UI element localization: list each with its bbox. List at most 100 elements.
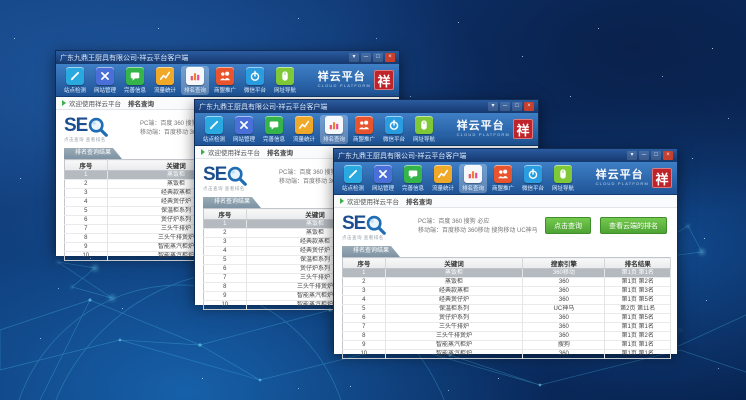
table-cell: 3 xyxy=(65,189,108,198)
table-row[interactable]: 1蒸饭柜360移动第1页 第1名 xyxy=(343,269,671,278)
toolbar-item-site-check[interactable]: 站点检测 xyxy=(200,115,228,144)
toolbar-item-label: 微信平台 xyxy=(522,184,544,192)
toolbar-item-traffic[interactable]: 流量统计 xyxy=(429,164,457,193)
toolbar-item-site-nav[interactable]: 网址导航 xyxy=(271,66,299,95)
green-arrow-icon xyxy=(62,100,66,106)
toolbar-item-label: 流量统计 xyxy=(432,184,454,192)
window-titlebar[interactable]: 广东九鼎王厨具有限公司-祥云平台客户端 ▾ ─ □ × xyxy=(56,51,399,64)
table-cell: 360 xyxy=(523,296,605,305)
table-cell: 3 xyxy=(343,287,386,296)
action-buttons: 点击查询 查看云端的排名 xyxy=(545,217,667,234)
toolbar-item-promotion[interactable]: 商盟推广 xyxy=(211,66,239,95)
toolbar-item-wechat[interactable]: 微信平台 xyxy=(519,164,547,193)
table-row[interactable]: 6煲仔炉系列360第1页 第5名 xyxy=(343,314,671,323)
toolbar-item-label: 商盟推广 xyxy=(492,184,514,192)
main-toolbar: 站点检测网站管理完善信息流量统计排名查询商盟推广微信平台网址导航 祥云平台 CL… xyxy=(56,64,399,97)
window-titlebar[interactable]: 广东九鼎王厨具有限公司-祥云平台客户端 ▾ ─ □ × xyxy=(195,100,538,113)
tab-rank-results[interactable]: 排名查询结果 xyxy=(64,148,122,159)
toolbar-item-label: 排名查询 xyxy=(184,86,206,94)
breadcrumb: 欢迎使用祥云平台 排名查询 xyxy=(334,195,677,208)
toolbar-item-label: 流量统计 xyxy=(154,86,176,94)
close-button[interactable]: × xyxy=(385,53,395,62)
table-cell: 8 xyxy=(65,234,108,243)
toolbar-item-traffic[interactable]: 流量统计 xyxy=(290,115,318,144)
rank-results-table: 序号关键词搜索引擎排名结果 1蒸饭柜360移动第1页 第1名2蒸饭柜360第1页… xyxy=(342,257,671,359)
table-cell: 4 xyxy=(65,198,108,207)
skin-button[interactable]: ▾ xyxy=(488,102,498,111)
table-cell: 第1页 第5名 xyxy=(605,314,671,323)
skin-button[interactable]: ▾ xyxy=(349,53,359,62)
query-button[interactable]: 点击查询 xyxy=(545,217,591,234)
linechart-icon xyxy=(156,67,174,85)
main-toolbar: 站点检测网站管理完善信息流量统计排名查询商盟推广微信平台网址导航 祥云平台 CL… xyxy=(195,113,538,146)
toolbar-item-info[interactable]: 完善信息 xyxy=(121,66,149,95)
window-controls: ▾ ─ □ × xyxy=(349,53,395,62)
table-row[interactable]: 4经典煲仔炉360第1页 第5名 xyxy=(343,296,671,305)
maximize-button[interactable]: □ xyxy=(512,102,522,111)
green-arrow-icon xyxy=(340,198,344,204)
column-header: 搜索引擎 xyxy=(523,258,605,269)
toolbar-item-label: 网址导航 xyxy=(413,135,435,143)
table-row[interactable]: 8三头牛排煲炉360第1页 第2名 xyxy=(343,332,671,341)
table-cell: 智能蒸汽柜炉 xyxy=(385,350,523,359)
view-cloud-rank-button[interactable]: 查看云端的排名 xyxy=(600,217,667,234)
tools-icon xyxy=(374,165,392,183)
column-header: 排名结果 xyxy=(605,258,671,269)
table-cell: 经典煲仔炉 xyxy=(385,296,523,305)
toolbar-item-wechat[interactable]: 微信平台 xyxy=(380,115,408,144)
chat-icon xyxy=(265,116,283,134)
close-button[interactable]: × xyxy=(663,151,673,160)
toolbar-item-promotion[interactable]: 商盟推广 xyxy=(489,164,517,193)
toolbar-item-promotion[interactable]: 商盟推广 xyxy=(350,115,378,144)
minimize-button[interactable]: ─ xyxy=(361,53,371,62)
table-cell: 9 xyxy=(65,243,108,252)
toolbar-item-rank-query[interactable]: 排名查询 xyxy=(320,115,348,144)
skin-button[interactable]: ▾ xyxy=(627,151,637,160)
breadcrumb-page: 排名查询 xyxy=(128,98,154,108)
table-row[interactable]: 2蒸饭柜360第1页 第2名 xyxy=(343,278,671,287)
table-cell: 4 xyxy=(204,247,247,256)
table-cell: 4 xyxy=(343,296,386,305)
barchart-icon xyxy=(186,67,204,85)
table-cell: 2 xyxy=(65,180,108,189)
toolbar-item-site-manage[interactable]: 网站管理 xyxy=(91,66,119,95)
table-row[interactable]: 10智能蒸汽柜炉360第1页 第1名 xyxy=(343,350,671,359)
toolbar-item-label: 流量统计 xyxy=(293,135,315,143)
maximize-button[interactable]: □ xyxy=(651,151,661,160)
minimize-button[interactable]: ─ xyxy=(500,102,510,111)
seo-logo: SE 点击查询 查看排名 xyxy=(64,116,140,143)
toolbar-item-rank-query[interactable]: 排名查询 xyxy=(459,164,487,193)
close-button[interactable]: × xyxy=(524,102,534,111)
magnifier-icon xyxy=(226,165,247,186)
table-cell: 三头牛排煲炉 xyxy=(385,332,523,341)
toolbar-item-site-check[interactable]: 站点检测 xyxy=(339,164,367,193)
table-row[interactable]: 3经典款蒸柜360第1页 第3名 xyxy=(343,287,671,296)
minimize-button[interactable]: ─ xyxy=(639,151,649,160)
tab-rank-results[interactable]: 排名查询结果 xyxy=(203,197,261,208)
toolbar-item-rank-query[interactable]: 排名查询 xyxy=(181,66,209,95)
table-row[interactable]: 7三头牛排炉360第1页 第1名 xyxy=(343,323,671,332)
main-toolbar: 站点检测网站管理完善信息流量统计排名查询商盟推广微信平台网址导航 祥云平台 CL… xyxy=(334,162,677,195)
table-row[interactable]: 5保温柜系列UC神马第2页 第11名 xyxy=(343,305,671,314)
toolbar-item-site-manage[interactable]: 网站管理 xyxy=(369,164,397,193)
toolbar-item-site-nav[interactable]: 网址导航 xyxy=(410,115,438,144)
linechart-icon xyxy=(295,116,313,134)
maximize-button[interactable]: □ xyxy=(373,53,383,62)
toolbar-item-site-nav[interactable]: 网址导航 xyxy=(549,164,577,193)
table-cell: 1 xyxy=(65,171,108,180)
table-row[interactable]: 9智能蒸汽柜炉搜狗第1页 第1名 xyxy=(343,341,671,350)
seo-header-row: SE 点击查询 查看排名 PC端：百度 360 搜狗 必应 移动端： xyxy=(334,208,677,246)
toolbar-item-traffic[interactable]: 流量统计 xyxy=(151,66,179,95)
toolbar-item-wechat[interactable]: 微信平台 xyxy=(241,66,269,95)
toolbar-item-info[interactable]: 完善信息 xyxy=(399,164,427,193)
table-cell: 10 xyxy=(204,301,247,310)
table-cell: 第1页 第3名 xyxy=(605,287,671,296)
window-titlebar[interactable]: 广东九鼎王厨具有限公司-祥云平台客户端 ▾ ─ □ × xyxy=(334,149,677,162)
toolbar-item-site-manage[interactable]: 网站管理 xyxy=(230,115,258,144)
toolbar-item-info[interactable]: 完善信息 xyxy=(260,115,288,144)
tab-rank-results[interactable]: 排名查询结果 xyxy=(342,246,400,257)
toolbar-item-site-check[interactable]: 站点检测 xyxy=(61,66,89,95)
mouse-icon xyxy=(276,67,294,85)
table-cell: UC神马 xyxy=(523,305,605,314)
table-cell: 360 xyxy=(523,287,605,296)
